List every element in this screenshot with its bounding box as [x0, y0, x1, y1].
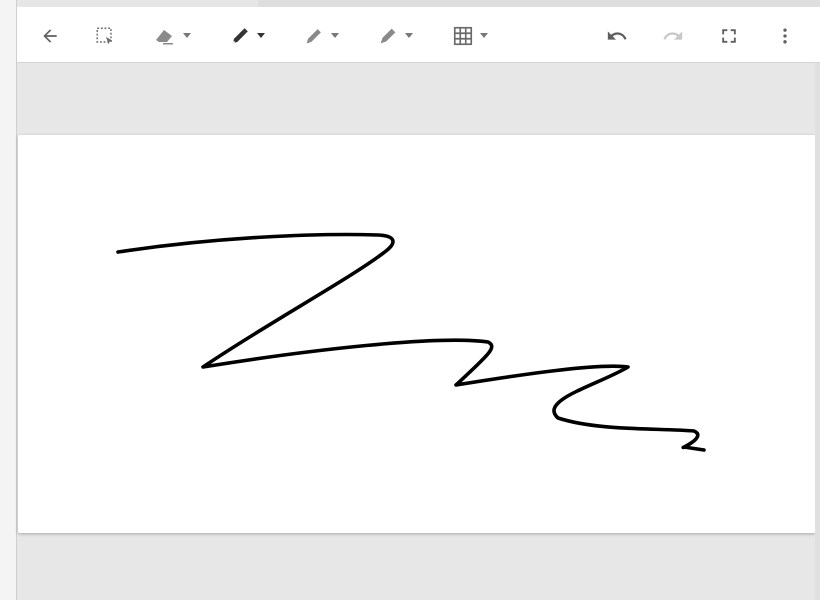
- chevron-down-icon: [405, 33, 413, 38]
- fullscreen-button[interactable]: [712, 19, 746, 53]
- ink-stroke-layer: [116, 232, 706, 452]
- left-gutter: [0, 0, 17, 600]
- chevron-down-icon: [331, 33, 339, 38]
- pencil-tool-button[interactable]: [296, 19, 346, 53]
- grid-tool-button[interactable]: [445, 19, 495, 53]
- fullscreen-icon: [722, 29, 736, 43]
- undo-button[interactable]: [600, 19, 634, 53]
- vertical-scrollbar[interactable]: [815, 63, 820, 600]
- window-top-strip-notch: [258, 0, 820, 7]
- toolbar: [17, 7, 820, 63]
- highlighter-icon: [380, 28, 396, 44]
- more-options-button[interactable]: [768, 19, 802, 53]
- undo-icon: [607, 31, 627, 40]
- chevron-down-icon: [183, 33, 191, 38]
- eraser-icon: [156, 30, 173, 45]
- ink-stroke: [116, 232, 706, 452]
- pen-tool-button[interactable]: [222, 19, 272, 53]
- pen-icon: [232, 28, 248, 44]
- more-vert-icon: [783, 28, 787, 44]
- window-top-strip: [0, 0, 820, 7]
- eraser-tool-button[interactable]: [148, 19, 196, 53]
- redo-icon: [663, 31, 683, 40]
- chevron-down-icon: [480, 33, 488, 38]
- drawing-app: [17, 7, 820, 600]
- back-button[interactable]: [33, 19, 67, 53]
- highlighter-tool-button[interactable]: [370, 19, 420, 53]
- grid-icon: [453, 26, 473, 46]
- chevron-down-icon: [257, 33, 265, 38]
- drawing-canvas[interactable]: [18, 135, 816, 533]
- canvas-workspace: [17, 63, 820, 600]
- arrow-left-icon: [43, 29, 57, 43]
- pencil-icon: [306, 29, 321, 44]
- select-tool-button[interactable]: [88, 19, 122, 53]
- lasso-select-icon: [96, 27, 113, 45]
- redo-button[interactable]: [656, 19, 690, 53]
